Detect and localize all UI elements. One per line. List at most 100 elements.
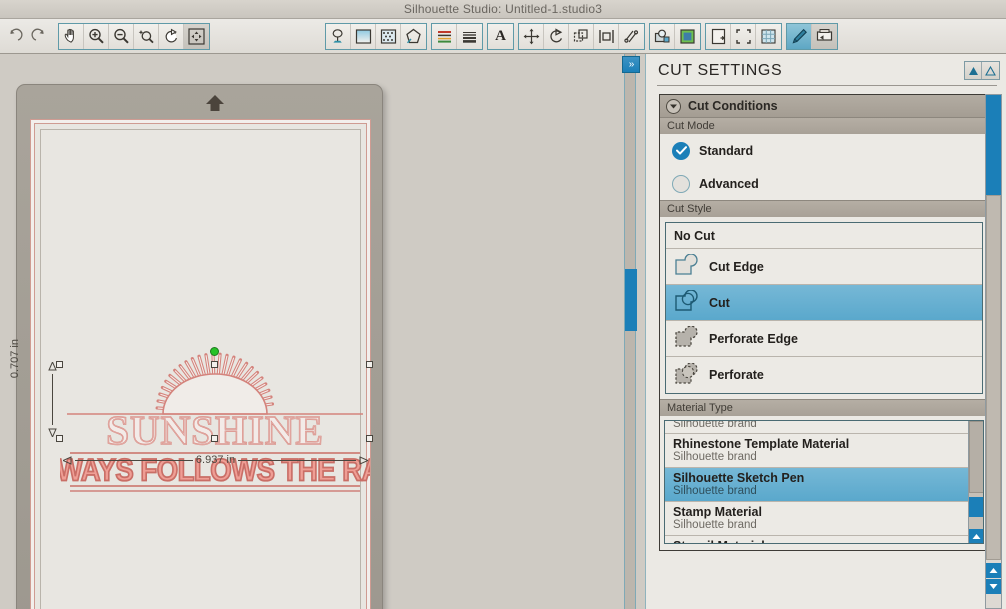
fill-color-icon[interactable] (326, 23, 351, 49)
zoom-selection-icon[interactable] (134, 23, 159, 49)
material-item-stencil[interactable]: Stencil Material Silhouette brand (665, 536, 983, 543)
material-item-partial[interactable]: Silhouette brand (665, 421, 983, 434)
panel-header-rule (657, 85, 997, 86)
undo-icon[interactable] (2, 24, 27, 49)
panel-collapse-button[interactable]: » (622, 56, 640, 73)
material-type-list[interactable]: Silhouette brand Rhinestone Template Mat… (664, 420, 984, 544)
offset-icon[interactable] (675, 23, 700, 49)
toolbar-group-transform (518, 22, 645, 50)
material-list-scrollbar-marker[interactable] (969, 497, 983, 517)
panel-vertical-scrollbar[interactable] (985, 94, 1002, 609)
handle-top-center[interactable] (211, 361, 218, 368)
redo-icon[interactable] (27, 24, 52, 49)
replicate-icon[interactable] (619, 23, 644, 49)
material-list-scrollbar[interactable] (968, 421, 983, 543)
radio-unchecked-icon[interactable] (672, 174, 690, 193)
triangle-filled-icon[interactable] (965, 62, 982, 79)
material-list-scroll-up-button[interactable] (969, 529, 983, 543)
material-item-sketch-pen[interactable]: Silhouette Sketch Pen Silhouette brand (665, 468, 983, 502)
cut-style-cut-label: Cut (709, 295, 730, 310)
toolbar-group-view (58, 22, 210, 50)
handle-bottom-left[interactable] (56, 435, 63, 442)
rotate-icon[interactable] (544, 23, 569, 49)
panel-title: CUT SETTINGS (658, 62, 783, 79)
chevron-down-icon[interactable] (666, 98, 681, 114)
material-list-scrollbar-thumb[interactable] (969, 421, 983, 493)
application-window: Silhouette Studio: Untitled-1.studio3 A … (0, 0, 1006, 609)
material-stamp-brand: Silhouette brand (673, 519, 757, 531)
cut-style-option-perforate-edge[interactable]: Perforate Edge (666, 321, 982, 357)
scale-icon[interactable] (569, 23, 594, 49)
cut-mode-label: Cut Mode (660, 117, 988, 134)
line-style-icon[interactable] (432, 23, 457, 49)
height-dimension-line (52, 374, 53, 425)
cut-settings-panel: CUT SETTINGS Cut Conditions Cut Mode Sta… (645, 54, 1006, 609)
cut-style-option-perforate[interactable]: Perforate (666, 357, 982, 393)
registration-marks-icon[interactable] (731, 23, 756, 49)
toolbar-group-fill-style (325, 22, 427, 50)
material-item-rhinestone[interactable]: Rhinestone Template Material Silhouette … (665, 434, 983, 468)
width-dimension-line-2 (238, 459, 356, 461)
title-bar: Silhouette Studio: Untitled-1.studio3 (0, 0, 1006, 19)
cut-mode-option-advanced[interactable]: Advanced (660, 167, 988, 200)
canvas-scrollbar-thumb[interactable] (625, 269, 637, 331)
panel-scroll-up-button[interactable] (986, 563, 1001, 578)
grid-icon[interactable] (756, 23, 781, 49)
cut-mode-standard-label: Standard (699, 143, 754, 158)
artwork-sunshine-design[interactable]: SUNSHINE SUNSHINE ALWAYS FOLLOWS THE RAI… (56, 309, 373, 499)
cut-mode-option-standard[interactable]: Standard (660, 134, 988, 167)
handle-top-left[interactable] (56, 361, 63, 368)
line-thickness-icon[interactable] (457, 23, 482, 49)
material-sketch-pen-brand: Silhouette brand (673, 485, 757, 497)
cut-settings-pen-icon[interactable] (787, 23, 812, 49)
cut-conditions-header[interactable]: Cut Conditions (660, 95, 988, 117)
fit-to-window-icon[interactable] (184, 23, 209, 49)
toolbar-group-line-style (431, 22, 483, 50)
cut-icon (674, 289, 700, 315)
cut-style-perforate-label: Perforate (709, 368, 764, 382)
triangle-outline-icon[interactable] (982, 62, 999, 79)
radio-checked-icon[interactable] (672, 141, 690, 160)
material-sketch-pen-name: Silhouette Sketch Pen (673, 471, 805, 485)
material-rhinestone-name: Rhinestone Template Material (673, 437, 850, 451)
zoom-out-icon[interactable] (109, 23, 134, 49)
cut-style-option-cut-edge[interactable]: Cut Edge (666, 249, 982, 285)
cut-style-option-no-cut[interactable]: No Cut (666, 223, 982, 249)
panel-header-buttons (964, 61, 1000, 80)
material-type-body: Silhouette brand Rhinestone Template Mat… (660, 420, 988, 550)
cut-conditions-title: Cut Conditions (688, 99, 778, 113)
pattern-fill-icon[interactable] (376, 23, 401, 49)
modify-icon[interactable] (650, 23, 675, 49)
material-item-stamp[interactable]: Stamp Material Silhouette brand (665, 502, 983, 536)
handle-bottom-center[interactable] (211, 435, 218, 442)
rotate-view-icon[interactable] (159, 23, 184, 49)
perforate-icon (674, 361, 700, 388)
text-style-icon[interactable]: A (488, 23, 513, 49)
toolbar-group-history (2, 23, 52, 50)
rotation-handle[interactable] (210, 347, 219, 356)
canvas-area[interactable]: S silhouette (0, 54, 618, 609)
handle-bottom-right[interactable] (366, 435, 373, 442)
toolbar-group-cut (786, 22, 838, 50)
design-page[interactable]: SUNSHINE SUNSHINE ALWAYS FOLLOWS THE RAI… (34, 123, 373, 609)
panel-scrollbar-track[interactable] (986, 195, 1001, 560)
panel-scrollbar-thumb-top[interactable] (986, 95, 1001, 195)
move-icon[interactable] (519, 23, 544, 49)
cut-style-perforate-edge-label: Perforate Edge (709, 331, 798, 346)
send-to-silhouette-icon[interactable] (812, 23, 837, 49)
line-color-icon[interactable] (401, 23, 426, 49)
handle-top-right[interactable] (366, 361, 373, 368)
panel-scroll-down-button[interactable] (986, 579, 1001, 594)
align-icon[interactable] (594, 23, 619, 49)
zoom-in-icon[interactable] (84, 23, 109, 49)
cut-mode-advanced-label: Advanced (699, 176, 759, 191)
material-stencil-name: Stencil Material (673, 539, 983, 543)
artwork-vector: SUNSHINE SUNSHINE ALWAYS FOLLOWS THE RAI… (60, 352, 370, 492)
material-stamp-name: Stamp Material (673, 505, 762, 519)
page-setup-icon[interactable] (706, 23, 731, 49)
canvas-vertical-scrollbar[interactable] (624, 54, 637, 609)
gradient-fill-icon[interactable] (351, 23, 376, 49)
toolbar-group-text: A (487, 22, 514, 50)
pan-hand-icon[interactable] (59, 23, 84, 49)
cut-style-option-cut[interactable]: Cut (666, 285, 982, 321)
